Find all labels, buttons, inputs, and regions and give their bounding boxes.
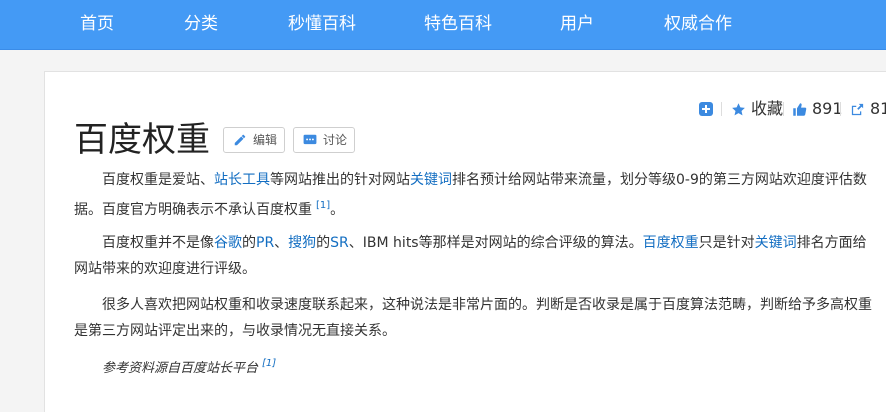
text: 很多人喜欢把网站权重和收录速度联系起来，这种说法是非常片面的。判断是否收录是属于…: [74, 297, 872, 339]
divider: [840, 102, 841, 116]
link-keyword[interactable]: 关键词: [410, 172, 452, 188]
source-note: 参考资料源自百度站长平台 [1]: [102, 357, 276, 376]
text: 、IBM hits等那样是对网站的综合评级的算法。: [348, 235, 643, 251]
share-count: 81: [870, 99, 886, 118]
like-count: 891: [812, 99, 843, 118]
top-nav: 首页 分类 秒懂百科 特色百科 用户 权威合作: [0, 0, 886, 50]
link-sogou[interactable]: 搜狗: [288, 235, 316, 251]
chat-icon: [303, 134, 317, 145]
pencil-icon: [234, 134, 246, 146]
nav-item-featured-wiki[interactable]: 特色百科: [424, 0, 492, 49]
nav-item-users[interactable]: 用户: [560, 0, 594, 49]
page-title: 百度权重: [74, 120, 210, 160]
share-icon: [851, 103, 864, 116]
discuss-label: 讨论: [323, 133, 348, 147]
collect-label: 收藏: [751, 99, 784, 118]
nav-item-instant-wiki[interactable]: 秒懂百科: [288, 0, 356, 49]
text: 百度权重是爱站、: [102, 172, 214, 188]
paragraph-3: 很多人喜欢把网站权重和收录速度联系起来，这种说法是非常片面的。判断是否收录是属于…: [74, 292, 874, 344]
text: 。: [330, 202, 345, 218]
plus-square-icon: [699, 102, 713, 116]
link-sr[interactable]: SR: [330, 235, 349, 251]
edit-label: 编辑: [253, 133, 278, 147]
nav-item-category[interactable]: 分类: [184, 0, 218, 49]
link-webmaster-tools[interactable]: 站长工具: [214, 172, 270, 188]
text: 的: [242, 235, 256, 251]
reference-link[interactable]: [1]: [262, 358, 276, 369]
nav-item-home[interactable]: 首页: [80, 0, 114, 49]
text: 等网站推出的针对网站: [270, 172, 410, 188]
link-keyword[interactable]: 关键词: [755, 235, 797, 251]
text: 百度权重并不是像: [102, 235, 214, 251]
paragraph-2: 百度权重并不是像谷歌的PR、搜狗的SR、IBM hits等那样是对网站的综合评级…: [74, 230, 874, 282]
star-icon: [732, 103, 745, 116]
divider: [783, 102, 784, 116]
edit-button[interactable]: 编辑: [223, 127, 285, 153]
text: 、: [274, 235, 289, 251]
source-note-text: 参考资料源自百度站长平台: [102, 361, 259, 376]
link-pr[interactable]: PR: [256, 235, 274, 251]
text: 只是针对: [698, 235, 755, 251]
paragraph-1: 百度权重是爱站、站长工具等网站推出的针对网站关键词排名预计给网站带来流量，划分等…: [74, 167, 874, 223]
link-google[interactable]: 谷歌: [214, 235, 242, 251]
thumbs-up-icon: [793, 103, 807, 116]
nav-item-partners[interactable]: 权威合作: [664, 0, 732, 49]
link-baidu-weight[interactable]: 百度权重: [643, 235, 699, 251]
divider: [721, 102, 722, 116]
text: 的: [316, 235, 331, 251]
reference-link[interactable]: [1]: [316, 200, 330, 211]
discuss-button[interactable]: 讨论: [293, 127, 355, 153]
